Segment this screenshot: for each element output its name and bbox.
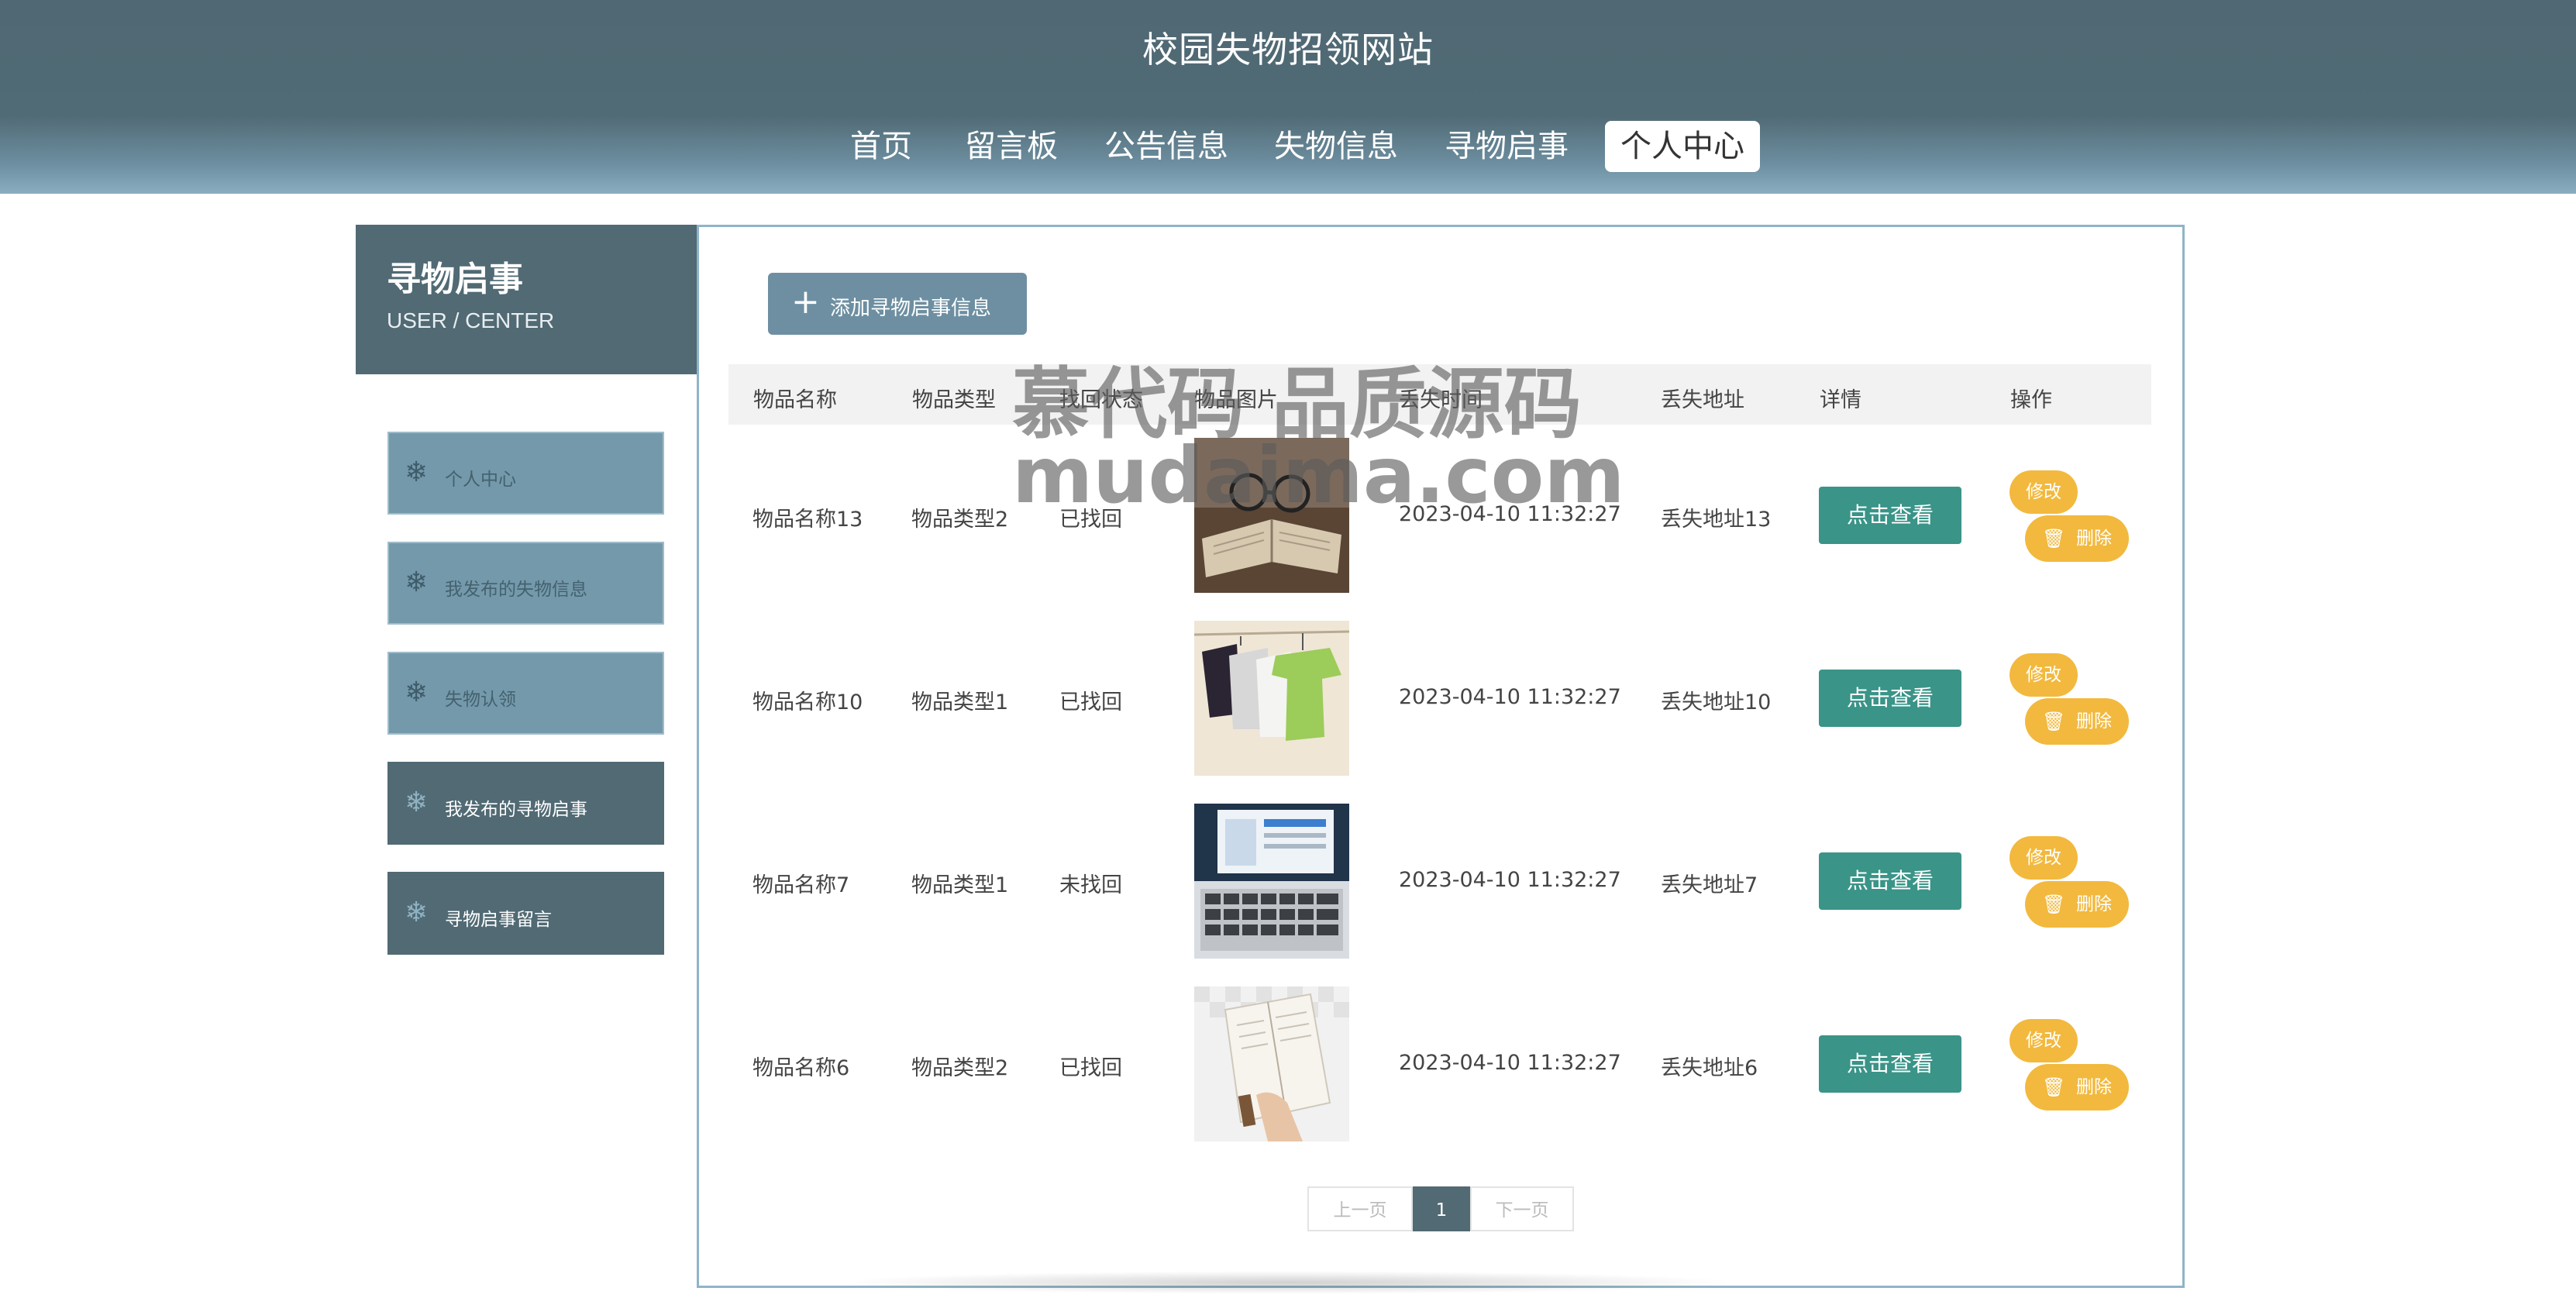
cell-lost-time: 2023-04-10 11:32:27: [1399, 1051, 1621, 1075]
cell-lost-address: 丢失地址6: [1661, 1056, 1758, 1080]
cell-name: 物品名称13: [752, 508, 863, 532]
column-header-actions: 操作: [2010, 388, 2052, 412]
sidebar-item-claims[interactable]: ❄ 失物认领: [387, 652, 664, 735]
delete-button[interactable]: 🗑 删除: [2025, 698, 2129, 745]
panel-shadow: [837, 1271, 1736, 1294]
sidebar-item-notice-comments[interactable]: ❄ 寻物启事留言: [387, 872, 664, 955]
cell-type: 物品类型2: [911, 508, 1009, 532]
column-header-type: 物品类型: [912, 388, 996, 412]
snowflake-icon: ❄: [405, 897, 429, 928]
column-header-lost-address: 丢失地址: [1661, 388, 1744, 412]
delete-button[interactable]: 🗑 删除: [2025, 515, 2129, 562]
sidebar-item-label: 失物认领: [445, 690, 516, 710]
snowflake-icon: ❄: [405, 456, 429, 488]
main-nav: 首页 留言板 公告信息 失物信息 寻物启事 个人中心: [0, 121, 2576, 172]
snowflake-icon: ❄: [405, 787, 429, 818]
item-image: [1194, 438, 1349, 593]
cell-lost-time: 2023-04-10 11:32:27: [1399, 502, 1621, 526]
cell-type: 物品类型1: [911, 873, 1009, 897]
edit-button[interactable]: 修改: [2009, 1019, 2078, 1062]
delete-label: 删除: [2076, 1077, 2112, 1097]
edit-button[interactable]: 修改: [2009, 470, 2078, 514]
table-header: 物品名称 物品类型 找回状态 物品图片 丢失时间 丢失地址 详情 操作: [728, 364, 2151, 425]
sidebar-subtitle: USER / CENTER: [387, 308, 555, 332]
cell-type: 物品类型2: [911, 1056, 1009, 1080]
column-header-image: 物品图片: [1194, 388, 1278, 412]
cell-name: 物品名称6: [752, 1056, 850, 1080]
delete-label: 删除: [2076, 894, 2112, 914]
column-header-name: 物品名称: [753, 388, 837, 412]
nav-item-message-board[interactable]: 留言板: [963, 121, 1060, 172]
item-image: [1194, 621, 1349, 776]
trash-icon: 🗑: [2042, 528, 2066, 549]
cell-type: 物品类型1: [911, 690, 1009, 714]
sidebar-item-label: 个人中心: [445, 470, 516, 490]
sidebar-item-personal-center[interactable]: ❄ 个人中心: [387, 432, 664, 515]
column-header-detail: 详情: [1820, 388, 1861, 412]
nav-item-home[interactable]: 首页: [847, 121, 915, 172]
delete-label: 删除: [2076, 529, 2112, 549]
view-detail-button[interactable]: 点击查看: [1819, 1035, 1961, 1093]
sidebar-item-label: 寻物启事留言: [445, 910, 552, 930]
view-detail-button[interactable]: 点击查看: [1819, 670, 1961, 727]
column-header-lost-time: 丢失时间: [1399, 388, 1483, 412]
nav-item-announcements[interactable]: 公告信息: [1102, 121, 1231, 172]
sidebar-title: 寻物启事: [387, 260, 523, 299]
page-1-button[interactable]: 1: [1413, 1186, 1470, 1231]
cell-lost-time: 2023-04-10 11:32:27: [1399, 685, 1621, 709]
delete-label: 删除: [2076, 711, 2112, 732]
next-page-button[interactable]: 下一页: [1470, 1186, 1574, 1231]
trash-icon: 🗑: [2042, 711, 2066, 732]
edit-button[interactable]: 修改: [2009, 836, 2078, 880]
trash-icon: 🗑: [2042, 894, 2066, 915]
add-search-notice-button[interactable]: + 添加寻物启事信息: [768, 273, 1027, 335]
view-detail-button[interactable]: 点击查看: [1819, 852, 1961, 910]
nav-item-personal-center[interactable]: 个人中心: [1605, 121, 1760, 172]
item-image: [1194, 986, 1349, 1141]
cell-lost-address: 丢失地址13: [1661, 508, 1772, 532]
sidebar-item-my-lost-items[interactable]: ❄ 我发布的失物信息: [387, 542, 664, 625]
delete-button[interactable]: 🗑 删除: [2025, 881, 2129, 928]
sidebar-item-label: 我发布的失物信息: [445, 580, 587, 600]
edit-button[interactable]: 修改: [2009, 653, 2078, 697]
site-header: 校园失物招领网站 首页 留言板 公告信息 失物信息 寻物启事 个人中心: [0, 0, 2576, 194]
nav-item-lost-items[interactable]: 失物信息: [1271, 121, 1401, 172]
snowflake-icon: ❄: [405, 677, 429, 708]
trash-icon: 🗑: [2042, 1076, 2066, 1098]
snowflake-icon: ❄: [405, 566, 429, 598]
cell-name: 物品名称7: [752, 873, 850, 897]
plus-icon: +: [791, 282, 820, 322]
cell-status: 已找回: [1059, 508, 1122, 532]
cell-name: 物品名称10: [752, 690, 863, 714]
view-detail-button[interactable]: 点击查看: [1819, 487, 1961, 544]
item-image: [1194, 804, 1349, 959]
site-title: 校园失物招领网站: [1142, 29, 1434, 71]
delete-button[interactable]: 🗑 删除: [2025, 1064, 2129, 1110]
cell-lost-address: 丢失地址10: [1661, 690, 1772, 714]
cell-lost-time: 2023-04-10 11:32:27: [1399, 868, 1621, 892]
prev-page-button[interactable]: 上一页: [1307, 1186, 1413, 1231]
column-header-status: 找回状态: [1059, 388, 1143, 412]
add-button-label: 添加寻物启事信息: [830, 297, 992, 320]
sidebar-item-my-search-notices[interactable]: ❄ 我发布的寻物启事: [387, 762, 664, 845]
sidebar-header: 寻物启事 USER / CENTER: [356, 225, 697, 374]
sidebar-item-label: 我发布的寻物启事: [445, 800, 587, 820]
cell-status: 已找回: [1059, 690, 1122, 714]
cell-status: 未找回: [1059, 873, 1122, 897]
cell-status: 已找回: [1059, 1056, 1122, 1080]
nav-item-search-notices[interactable]: 寻物启事: [1441, 121, 1572, 172]
cell-lost-address: 丢失地址7: [1661, 873, 1758, 897]
